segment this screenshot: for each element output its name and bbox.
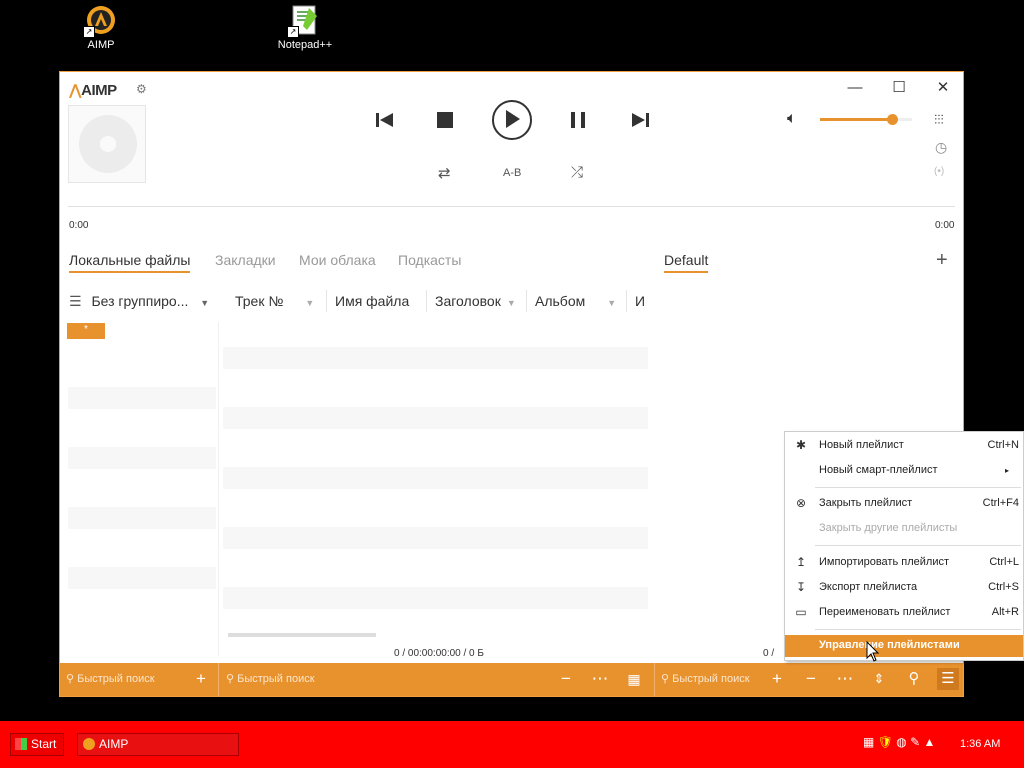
horizontal-scrollbar[interactable] [228,633,376,637]
playlist-tab-default[interactable]: Default [664,252,709,273]
start-button[interactable]: Start [10,733,64,756]
grouping-selector[interactable]: ☰ Без группиро... ▼ [69,293,209,310]
volume-slider[interactable] [820,114,912,125]
quick-search-3[interactable]: ⚲ Быстрый поиск [661,672,750,685]
menu-new-smart-playlist[interactable]: Новый смарт-плейлист ▸ [785,460,1023,482]
export-icon: ↧ [795,580,807,594]
more-options-icon[interactable]: ⋯ [589,668,611,690]
add-playlist-icon[interactable]: + [936,249,948,272]
tab-local-files[interactable]: Локальные файлы [69,252,191,273]
desktop-icon-label: Notepad++ [277,39,333,51]
pause-icon[interactable] [571,112,585,128]
ab-repeat-button[interactable]: A-B [503,167,521,179]
group-badge[interactable]: * [67,323,105,339]
new-playlist-icon: ✱ [795,438,807,452]
quick-search-1[interactable]: ⚲ Быстрый поиск [66,672,155,685]
filter-icon: ▼ [506,298,516,308]
radio-icon[interactable]: (•) [934,166,944,177]
gear-icon[interactable]: ⚙ [136,82,147,96]
quick-search-2[interactable]: ⚲ Быстрый поиск [226,672,315,685]
previous-track-icon[interactable] [376,112,394,128]
status-summary: 0 / 00:00:00:00 / 0 Б [394,648,484,659]
menu-import-playlist[interactable]: ↥ Импортировать плейлист Ctrl+L [785,552,1023,574]
album-cover [68,105,146,183]
play-icon [506,110,520,128]
shortcut-arrow-icon: ↗ [83,26,95,38]
tray-icon[interactable]: ✎ [910,735,920,749]
remove-playlist-button[interactable]: − [800,668,822,690]
tray-icon[interactable]: ◍ [896,735,906,749]
grid-view-icon[interactable]: ▦ [623,668,645,690]
taskbar-clock[interactable]: 1:36 AM [960,738,1000,750]
menu-export-playlist[interactable]: ↧ Экспорт плейлиста Ctrl+S [785,577,1023,599]
aimp-app-icon: ↗ [83,4,117,38]
column-track-number[interactable]: Трек № ▼ [235,293,314,309]
shortcut-arrow-icon: ↗ [287,26,299,38]
tab-podcasts[interactable]: Подкасты [398,252,461,268]
menu-icon: ☰ [69,293,82,309]
minimize-button[interactable]: — [840,78,870,98]
search-icon: ⚲ [661,673,670,685]
desktop-icon-notepadpp[interactable]: ↗ Notepad++ [260,4,350,51]
chevron-down-icon: ▼ [200,298,210,308]
time-elapsed: 0:00 [69,220,89,231]
tab-clouds[interactable]: Мои облака [299,252,376,268]
security-shield-icon[interactable]: 🛡︎ [878,735,893,749]
bottom-toolbar: ⚲ Быстрый поиск + ⚲ Быстрый поиск − ⋯ ▦ … [60,663,963,696]
aimp-logo: ⋀AIMP [69,82,117,99]
playlist-more-icon[interactable]: ⋯ [834,668,856,690]
aimp-taskbar-icon [83,738,95,750]
filter-icon: ▼ [305,298,315,308]
add-playlist-button[interactable]: + [766,668,788,690]
column-album[interactable]: Альбом ▼ [535,293,616,309]
column-title[interactable]: Заголовок ▼ [435,293,516,309]
next-track-icon[interactable] [631,112,649,128]
taskbar-item-aimp[interactable]: AIMP [77,733,239,756]
menu-close-playlist[interactable]: ⊗ Закрыть плейлист Ctrl+F4 [785,493,1023,515]
notepadpp-app-icon: ↗ [287,4,321,38]
equalizer-icon[interactable]: ⫶⫶⫶ [934,112,944,128]
system-tray: ▦ 🛡︎ ◍ ✎ ▲ [863,735,935,749]
search-playlist-icon[interactable]: ⚲ [903,668,925,690]
seek-bar[interactable] [68,206,955,207]
status-summary-right: 0 / [763,648,775,659]
menu-manage-playlists[interactable]: Управление плейлистами [785,635,1023,657]
menu-new-playlist[interactable]: ✱ Новый плейлист Ctrl+N [785,435,1023,457]
maximize-button[interactable]: ☐ [884,78,914,98]
remove-button[interactable]: − [555,668,577,690]
add-button[interactable]: + [190,668,212,690]
column-more[interactable]: И [635,293,645,309]
sort-icon[interactable]: ⇕ [868,668,890,690]
desktop-icon-label: AIMP [87,39,115,51]
submenu-arrow-icon: ▸ [1004,466,1009,475]
timer-icon[interactable]: ◷ [935,139,947,156]
volume-icon[interactable]: 🔈︎ [787,110,797,128]
close-playlist-icon: ⊗ [795,496,807,510]
windows-logo-icon [15,738,27,750]
rename-icon: ▭ [795,605,807,619]
playlist-context-menu: ✱ Новый плейлист Ctrl+N Новый смарт-плей… [784,431,1024,661]
repeat-icon[interactable]: ⇄ [438,164,451,182]
stop-icon[interactable] [437,112,453,128]
play-button[interactable] [492,100,532,140]
menu-close-other-playlists[interactable]: Закрыть другие плейлисты [785,518,1023,540]
search-icon: ⚲ [226,673,235,685]
tab-bookmarks[interactable]: Закладки [215,252,276,268]
tray-icon[interactable]: ▲ [924,735,936,749]
mouse-cursor-icon [866,641,880,662]
playlist-menu-icon[interactable]: ☰ [937,668,959,690]
search-icon: ⚲ [66,673,75,685]
import-icon: ↥ [795,555,807,569]
desktop-icon-aimp[interactable]: ↗ AIMP [56,4,146,51]
tray-icon[interactable]: ▦ [863,735,874,749]
taskbar: Start AIMP ▦ 🛡︎ ◍ ✎ ▲ 1:36 AM [0,721,1024,768]
filter-icon: ▼ [607,298,617,308]
close-button[interactable]: ✕ [928,78,958,98]
shuffle-icon[interactable]: ⤮ [571,164,583,181]
menu-rename-playlist[interactable]: ▭ Переименовать плейлист Alt+R [785,602,1023,624]
time-total: 0:00 [935,220,955,231]
column-filename[interactable]: Имя файла [335,293,409,309]
